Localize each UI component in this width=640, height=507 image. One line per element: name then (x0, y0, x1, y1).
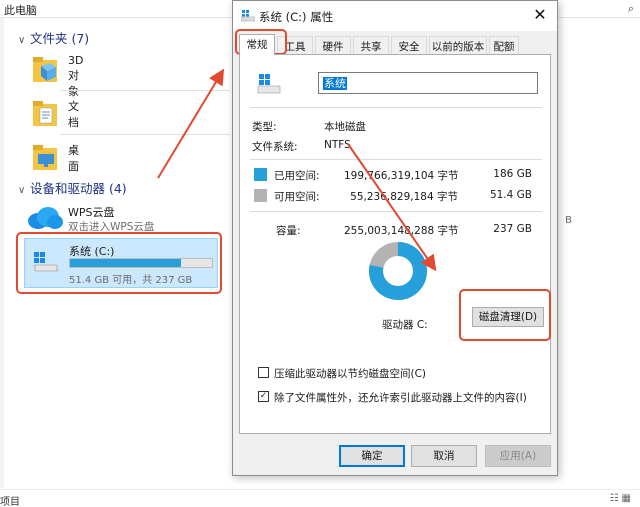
dialog-titlebar[interactable]: 系统 (C:) 属性 ✕ (233, 1, 557, 31)
cancel-button[interactable]: 取消 (411, 445, 477, 467)
status-bar: 项目 ☷▦ (0, 489, 640, 507)
free-space-swatch (254, 189, 267, 202)
compress-option-label: 压缩此驱动器以节约磁盘空间(C) (274, 368, 427, 380)
folder-label: 桌面 (68, 144, 79, 173)
documents-folder-icon (33, 101, 57, 126)
wps-cloud-drive[interactable]: WPS云盘 双击进入WPS云盘 (24, 202, 224, 236)
divider (250, 211, 542, 212)
drive-caption: 驱动器 C: (382, 319, 428, 331)
folders-section-title: 文件夹 (7) (30, 31, 90, 46)
capacity-bytes: 255,003,148,288 字节 (344, 225, 459, 237)
tab-previous-versions[interactable]: 以前的版本 (429, 36, 487, 54)
tab-security[interactable]: 安全 (391, 36, 427, 54)
filesystem-label: 文件系统: (252, 141, 298, 153)
3d-objects-folder-icon (33, 57, 57, 82)
used-space-size: 186 GB (493, 168, 532, 180)
divider (250, 159, 542, 160)
view-toggle-icons[interactable]: ☷▦ (610, 493, 634, 504)
annotation-highlight-cleanup (459, 289, 551, 341)
tab-quota[interactable]: 配额 (489, 36, 519, 54)
general-tab-panel: 系统 类型: 本地磁盘 文件系统: NTFS 已用空间: 199,766,319… (239, 54, 551, 434)
capacity-label: 容量: (276, 225, 301, 237)
navigation-pane-edge (0, 18, 4, 488)
drive-properties-dialog: 系统 (C:) 属性 ✕ 常规 工具 硬件 共享 安全 以前的版本 配额 系统 … (232, 0, 558, 476)
index-option-label: 除了文件属性外，还允许索引此驱动器上文件的内容(I) (274, 392, 527, 404)
chevron-down-icon: ∨ (18, 185, 26, 196)
annotation-highlight-drive (16, 232, 222, 294)
used-space-label: 已用空间: (274, 170, 320, 182)
type-label: 类型: (252, 121, 277, 133)
free-space-label: 可用空间: (274, 191, 320, 203)
close-button[interactable]: ✕ (531, 5, 549, 25)
divider (60, 134, 230, 135)
type-value: 本地磁盘 (324, 121, 366, 133)
drive-name-input[interactable]: 系统 (318, 72, 538, 94)
windows-drive-icon (257, 74, 281, 94)
desktop-folder-icon (33, 145, 57, 170)
filesystem-value: NTFS (324, 139, 351, 151)
tab-sharing[interactable]: 共享 (353, 36, 389, 54)
divider (250, 107, 542, 108)
compress-checkbox[interactable] (258, 367, 269, 378)
hidden-item-peek: B (565, 215, 572, 226)
capacity-size: 237 GB (493, 223, 532, 235)
used-space-bytes: 199,766,319,104 字节 (344, 170, 459, 182)
drive-name-value: 系统 (323, 77, 347, 90)
used-space-swatch (254, 168, 267, 181)
wps-name: WPS云盘 (68, 206, 115, 219)
devices-section-header[interactable]: ∨ 设备和驱动器 (4) (18, 178, 127, 197)
free-space-size: 51.4 GB (489, 189, 532, 201)
dialog-title: 系统 (C:) 属性 (259, 10, 334, 24)
close-icon: ✕ (533, 5, 547, 24)
folders-section-header[interactable]: ∨ 文件夹 (7) (18, 28, 89, 47)
apply-button[interactable]: 应用(A) (485, 445, 551, 467)
chevron-down-icon: ∨ (18, 35, 26, 46)
index-checkbox[interactable]: ✓ (258, 391, 269, 402)
folder-label: 3D 对象 (68, 54, 84, 98)
devices-section-title: 设备和驱动器 (4) (30, 181, 127, 196)
disk-usage-donut (369, 242, 427, 300)
tab-general[interactable]: 常规 (239, 34, 275, 55)
tab-hardware[interactable]: 硬件 (315, 36, 351, 54)
status-text: 项目 (0, 497, 20, 507)
drive-icon (241, 10, 255, 22)
folder-label: 文档 (68, 100, 79, 129)
address-text: 此电脑 (4, 4, 37, 17)
search-icon[interactable]: ⌕ (628, 2, 634, 16)
divider (60, 90, 230, 91)
wps-cloud-icon (28, 207, 63, 229)
ok-button[interactable]: 确定 (339, 445, 405, 467)
free-space-bytes: 55,236,829,184 字节 (350, 191, 458, 203)
